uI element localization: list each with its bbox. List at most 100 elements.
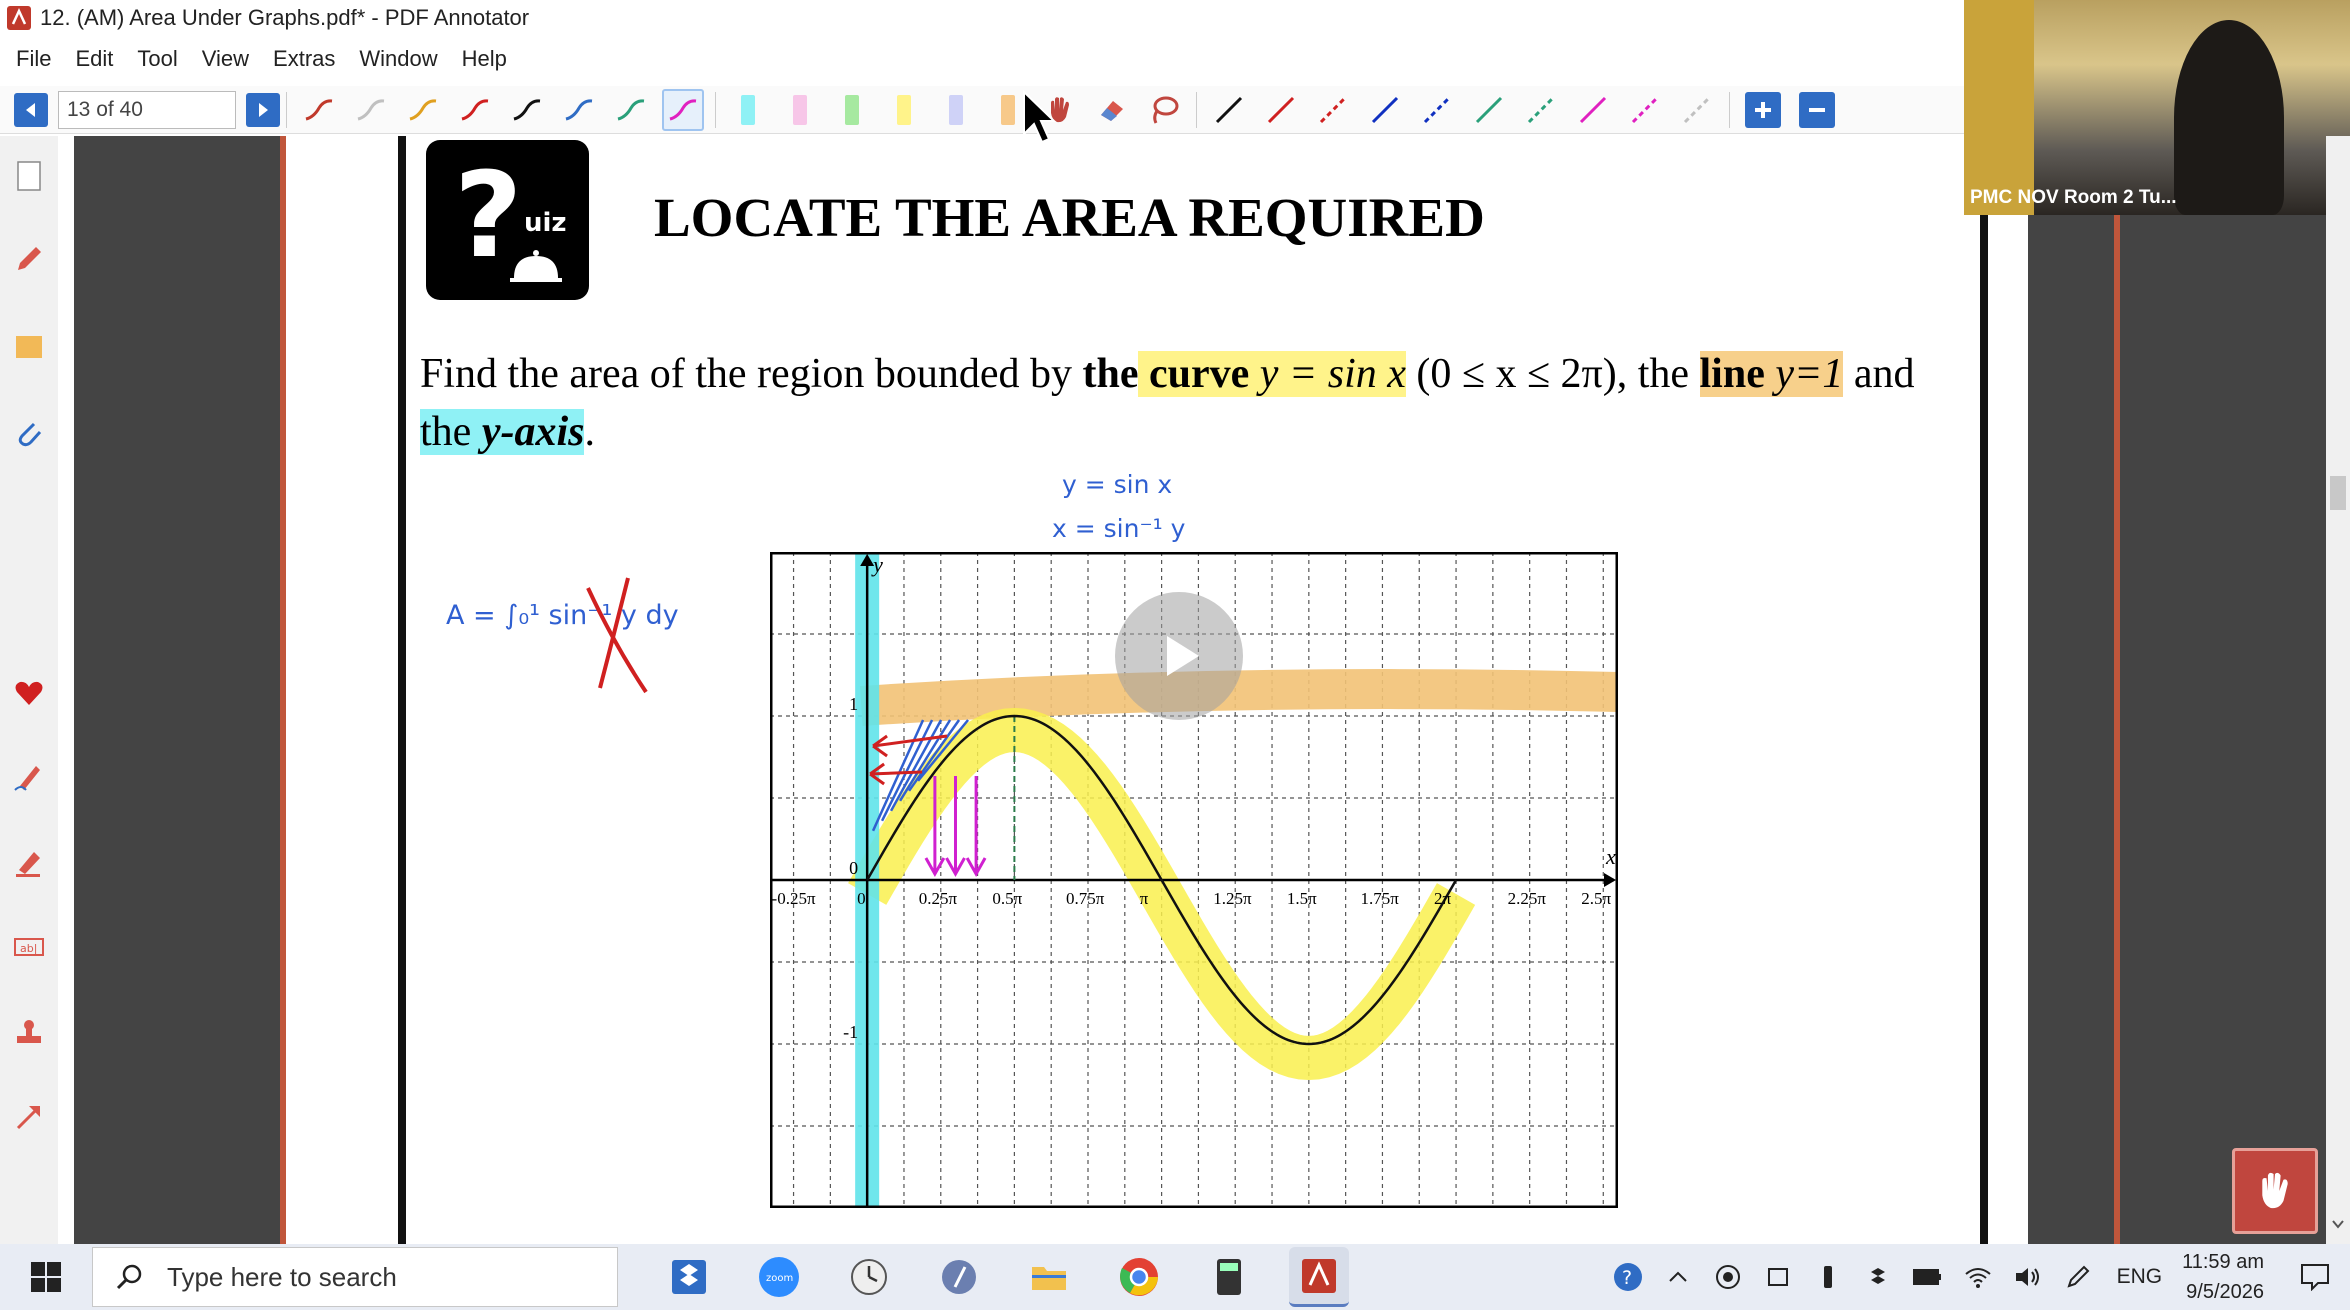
line-tools <box>1203 89 1723 131</box>
question-line-equation: y=1 <box>1775 351 1844 397</box>
dropbox-tray[interactable] <box>1861 1260 1895 1294</box>
pen-tool-5[interactable] <box>558 89 600 131</box>
taskbar-calculator[interactable] <box>1199 1247 1259 1307</box>
pen-settings-tray[interactable] <box>2061 1260 2095 1294</box>
plus-icon <box>1755 101 1771 118</box>
usb-device-icon <box>1823 1266 1832 1288</box>
video-play-button[interactable] <box>1115 592 1243 720</box>
help-tray[interactable]: ? <box>1611 1260 1645 1294</box>
taskbar-chrome[interactable] <box>1109 1247 1169 1307</box>
highlighter-tool-0[interactable] <box>741 94 755 125</box>
zoom-in-button[interactable] <box>1745 91 1781 128</box>
menu-view[interactable]: View <box>202 46 249 72</box>
attachment-side-tool[interactable] <box>10 414 48 452</box>
page-border-left <box>398 136 406 1244</box>
taskbar-zoom[interactable]: zoom <box>749 1247 809 1307</box>
eraser-icon <box>1101 100 1123 121</box>
clock[interactable]: 11:59 am 9/5/2026 <box>2182 1247 2264 1307</box>
straight-line-icon <box>1683 96 1711 123</box>
pen-tool-1[interactable] <box>350 89 392 131</box>
zoom-app-icon: zoom <box>759 1257 799 1297</box>
highlighter-tool-1[interactable] <box>793 94 807 125</box>
webcam-overlay: PMC NOV Room 2 Tu... <box>1964 0 2350 215</box>
taskbar-clock-app[interactable] <box>839 1247 899 1307</box>
line-tool-2[interactable] <box>1312 89 1354 131</box>
pen-tool-0[interactable] <box>298 89 340 131</box>
raise-hand-button[interactable] <box>2232 1148 2318 1234</box>
line-tool-7[interactable] <box>1572 89 1614 131</box>
wifi-tray[interactable] <box>1961 1260 1995 1294</box>
line-tool-0[interactable] <box>1208 89 1250 131</box>
pen-tool-6[interactable] <box>610 89 652 131</box>
taskbar-file-explorer[interactable] <box>1019 1247 1079 1307</box>
previous-page-button[interactable] <box>14 92 48 127</box>
menu-window[interactable]: Window <box>359 46 437 72</box>
page-number-field[interactable]: 13 of 40 <box>58 90 236 129</box>
highlighter-tool-5[interactable] <box>1001 94 1015 125</box>
highlighter-tool-3[interactable] <box>897 94 911 125</box>
line-tool-1[interactable] <box>1260 89 1302 131</box>
stamp-side-tool[interactable] <box>10 1014 48 1052</box>
pen-side-tool[interactable] <box>10 240 48 278</box>
webcam-shelf <box>1964 0 2034 215</box>
pen-stroke-icon <box>669 98 697 120</box>
menu-file[interactable]: File <box>16 46 51 72</box>
line-tool-3[interactable] <box>1364 89 1406 131</box>
line-tool-4[interactable] <box>1416 89 1458 131</box>
arrow-side-tool[interactable] <box>10 1098 48 1136</box>
x-tick-label: 1.75π <box>1360 889 1399 908</box>
line-tool-5[interactable] <box>1468 89 1510 131</box>
blank-page-tool[interactable] <box>10 156 48 194</box>
scrollbar-thumb[interactable] <box>2330 476 2346 510</box>
taskbar-compass-app[interactable] <box>929 1247 989 1307</box>
pen-tool-7[interactable] <box>662 88 704 131</box>
vertical-scrollbar[interactable] <box>2326 136 2350 1244</box>
notifications-tray[interactable] <box>2298 1260 2332 1294</box>
pen-tool-2[interactable] <box>402 89 444 131</box>
x-tick-label: 2.25π <box>1508 889 1547 908</box>
signature-side-tool[interactable] <box>10 758 48 796</box>
eraser-tool-button[interactable] <box>1091 89 1133 131</box>
pen-device-tray[interactable] <box>1811 1260 1845 1294</box>
search-icon <box>116 1264 142 1290</box>
highlighter-tool-4[interactable] <box>949 94 963 125</box>
note-side-tool[interactable] <box>10 328 48 366</box>
record-icon <box>1715 1265 1740 1289</box>
language-indicator[interactable]: ENG <box>2117 1265 2163 1289</box>
next-page-button[interactable] <box>246 92 280 127</box>
text-box-side-tool[interactable]: ab| <box>10 928 48 966</box>
straight-line-icon <box>1215 96 1243 123</box>
record-tray[interactable] <box>1711 1260 1745 1294</box>
taskbar-search-box[interactable]: Type here to search <box>92 1247 618 1307</box>
show-hidden-icons[interactable] <box>1661 1260 1695 1294</box>
pen-tool-4[interactable] <box>506 89 548 131</box>
highlighter-tool-2[interactable] <box>845 94 859 125</box>
line-tool-9[interactable] <box>1676 89 1718 131</box>
zoom-out-button[interactable] <box>1799 91 1835 128</box>
favorites-side-tool[interactable] <box>10 674 48 712</box>
battery-tray[interactable] <box>1911 1260 1945 1294</box>
toolbar-separator <box>1196 91 1197 128</box>
bell-icon <box>510 250 562 282</box>
pen-tool-3[interactable] <box>454 89 496 131</box>
notification-icon <box>2301 1264 2329 1291</box>
line-tool-6[interactable] <box>1520 89 1562 131</box>
meeting-tray[interactable] <box>1761 1260 1795 1294</box>
scroll-down-icon[interactable] <box>2330 1216 2346 1232</box>
pen-stroke-icon <box>305 98 333 120</box>
x-tick-label: 1.5π <box>1287 889 1317 908</box>
menu-tool[interactable]: Tool <box>137 46 177 72</box>
line-tool-8[interactable] <box>1624 89 1666 131</box>
volume-tray[interactable] <box>2011 1260 2045 1294</box>
menu-extras[interactable]: Extras <box>273 46 335 72</box>
menu-edit[interactable]: Edit <box>75 46 113 72</box>
taskbar-pdf-annotator[interactable] <box>1289 1247 1349 1307</box>
clock-date: 9/5/2026 <box>2186 1281 2264 1303</box>
menu-help[interactable]: Help <box>462 46 507 72</box>
x-tick-label: 0 <box>857 889 866 908</box>
marker-side-tool[interactable] <box>10 844 48 882</box>
lasso-tool-button[interactable] <box>1143 89 1185 131</box>
wifi-icon <box>1964 1268 1991 1288</box>
taskbar-dropbox[interactable] <box>659 1247 719 1307</box>
start-button[interactable] <box>0 1244 92 1310</box>
